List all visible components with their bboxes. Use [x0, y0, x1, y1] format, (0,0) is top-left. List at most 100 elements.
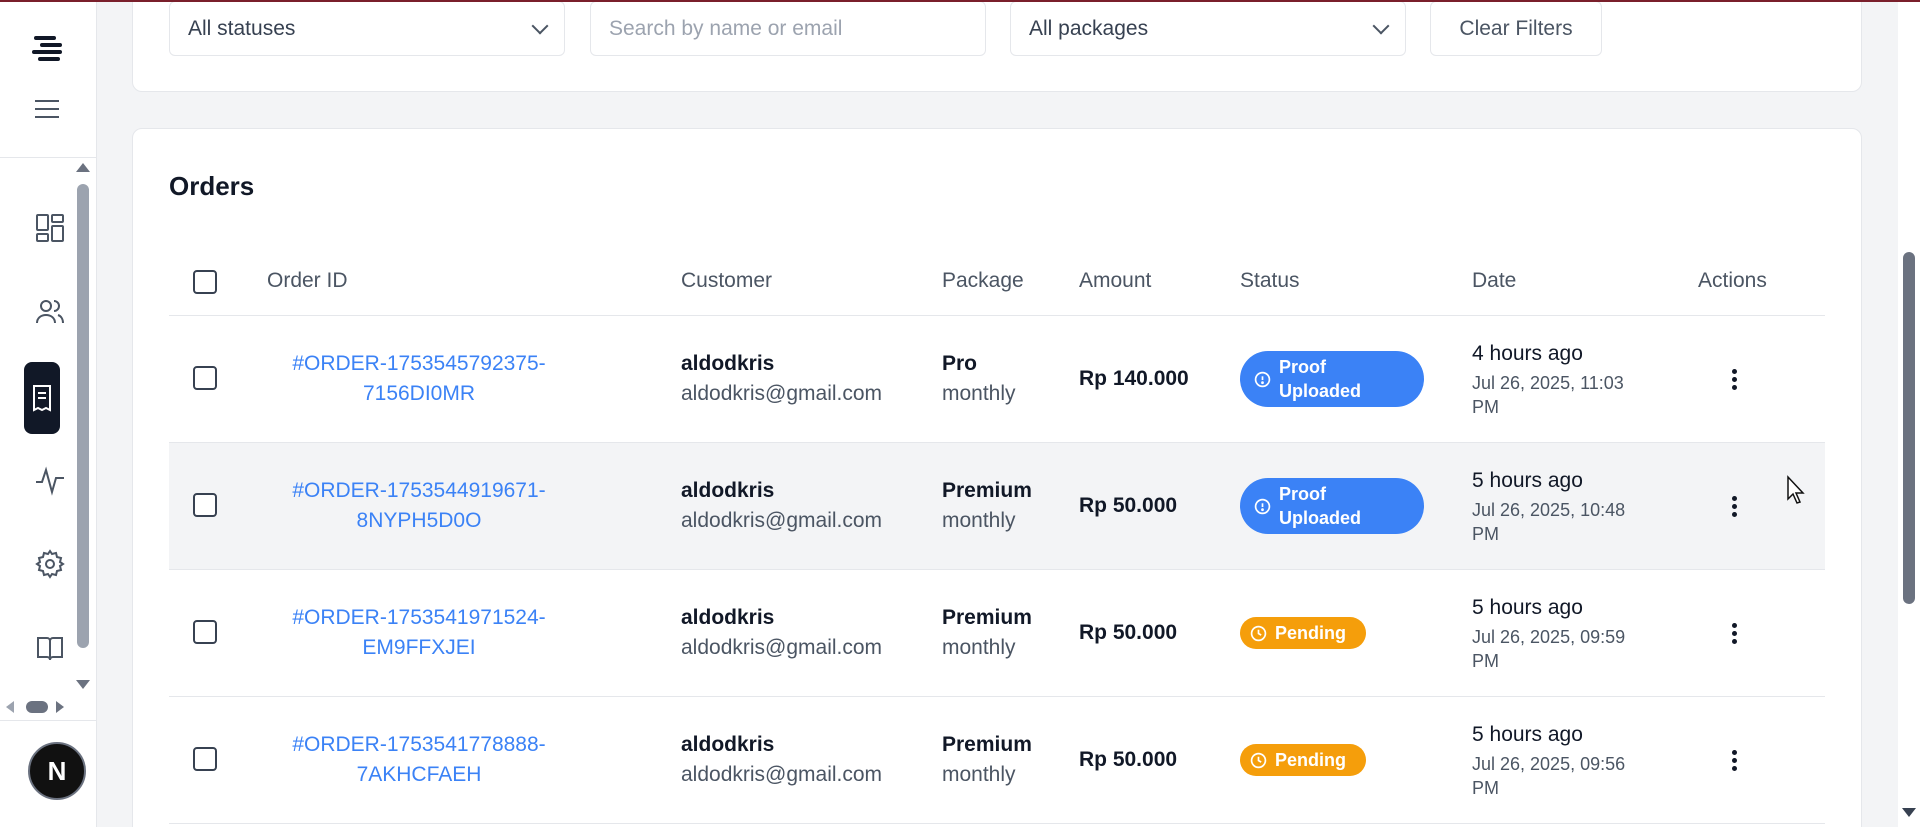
orders-card: Orders Order ID Customer Package Amount …	[132, 128, 1862, 827]
status-filter-value: All statuses	[188, 16, 296, 40]
date-relative: 5 hours ago	[1472, 723, 1583, 746]
table-row[interactable]: #ORDER-1753545792375- 7156DI0MR aldodkri…	[169, 316, 1825, 443]
customer-email: aldodkris@gmail.com	[681, 509, 883, 532]
date-relative: 4 hours ago	[1472, 342, 1583, 365]
dashboard-icon	[36, 214, 64, 242]
order-id-link[interactable]: #ORDER-1753545792375- 7156DI0MR	[269, 349, 569, 409]
clock-icon	[1250, 625, 1267, 641]
table-header: Order ID Customer Package Amount Status …	[169, 245, 1825, 316]
status-label-line2: Uploaded	[1279, 508, 1362, 528]
more-actions-icon[interactable]	[1719, 618, 1749, 648]
date-line1: Jul 26, 2025, 11:03	[1472, 373, 1624, 393]
order-amount: Rp 50.000	[1079, 494, 1178, 517]
date-line1: Jul 26, 2025, 09:59	[1472, 627, 1626, 647]
row-checkbox[interactable]	[193, 620, 217, 644]
order-amount: Rp 50.000	[1079, 621, 1178, 644]
scroll-left-icon[interactable]	[6, 701, 14, 713]
chevron-down-icon	[1372, 17, 1390, 34]
column-order-id: Order ID	[267, 269, 348, 292]
sidebar-scroll-up-icon[interactable]	[76, 163, 90, 172]
clear-filters-label: Clear Filters	[1459, 16, 1573, 40]
page-scroll-thumb[interactable]	[1903, 252, 1915, 604]
date-line2: PM	[1472, 778, 1499, 798]
package-cycle: monthly	[942, 763, 1016, 786]
more-actions-icon[interactable]	[1719, 745, 1749, 775]
table-row[interactable]: #ORDER-1753541778888- 7AKHCFAEH aldodkri…	[169, 697, 1825, 824]
sidebar-scroll-down-icon[interactable]	[76, 680, 90, 689]
sidebar-item-docs[interactable]	[24, 616, 76, 680]
status-badge: Pending	[1240, 617, 1366, 649]
clear-filters-button[interactable]: Clear Filters	[1430, 1, 1602, 56]
package-filter-value: All packages	[1029, 16, 1149, 40]
more-actions-icon[interactable]	[1719, 364, 1749, 394]
date-absolute: Jul 26, 2025, 10:48 PM	[1472, 498, 1632, 546]
column-package: Package	[942, 269, 1024, 292]
sidebar-item-settings[interactable]	[24, 532, 76, 596]
avatar[interactable]: N	[28, 742, 86, 800]
order-id-line1: #ORDER-1753541778888-	[292, 733, 546, 756]
order-id-line2: 7156DI0MR	[362, 382, 476, 405]
sidebar-item-orders[interactable]	[24, 362, 60, 434]
orders-receipt-icon	[33, 385, 51, 412]
info-circle-icon	[1254, 371, 1271, 387]
date-absolute: Jul 26, 2025, 09:56 PM	[1472, 752, 1632, 800]
more-actions-icon[interactable]	[1719, 491, 1749, 521]
package-cycle: monthly	[942, 636, 1016, 659]
status-filter-select[interactable]: All statuses	[169, 1, 565, 56]
status-label: Pending	[1275, 749, 1346, 770]
package-name: Premium	[942, 479, 1032, 502]
customer-email: aldodkris@gmail.com	[681, 636, 883, 659]
search-input[interactable]: Search by name or email	[590, 1, 986, 56]
order-id-link[interactable]: #ORDER-1753544919671- 8NYPH5D0O	[269, 476, 569, 536]
hamburger-menu-icon[interactable]	[34, 98, 60, 120]
date-line1: Jul 26, 2025, 10:48	[1472, 500, 1626, 520]
date-line2: PM	[1472, 651, 1499, 671]
customer-name: aldodkris	[681, 733, 775, 756]
select-all-checkbox[interactable]	[193, 270, 217, 294]
sidebar-horizontal-scrollbar[interactable]	[6, 700, 66, 714]
chevron-down-icon	[531, 17, 549, 34]
sidebar-item-users[interactable]	[24, 280, 76, 344]
sidebar-item-dashboard[interactable]	[24, 196, 76, 260]
date-relative: 5 hours ago	[1472, 596, 1583, 619]
scroll-right-icon[interactable]	[56, 701, 64, 713]
sidebar: N	[0, 0, 97, 827]
column-status: Status	[1240, 269, 1300, 292]
customer-email: aldodkris@gmail.com	[681, 382, 883, 405]
package-name: Premium	[942, 733, 1032, 756]
table-row[interactable]: #ORDER-1753544919671- 8NYPH5D0O aldodkri…	[169, 443, 1825, 570]
row-checkbox[interactable]	[193, 366, 217, 390]
column-amount: Amount	[1079, 269, 1152, 292]
sidebar-scrollbar[interactable]	[77, 184, 89, 648]
customer-name: aldodkris	[681, 606, 775, 629]
status-badge: Proof Uploaded	[1240, 351, 1424, 407]
customer-name: aldodkris	[681, 479, 775, 502]
horizontal-scroll-thumb[interactable]	[26, 701, 48, 713]
order-id-line1: #ORDER-1753545792375-	[292, 352, 546, 375]
order-amount: Rp 140.000	[1079, 367, 1189, 390]
date-line1: Jul 26, 2025, 09:56	[1472, 754, 1626, 774]
status-label: Pending	[1275, 622, 1346, 643]
settings-gear-icon	[35, 549, 65, 579]
page-scrollbar[interactable]	[1898, 0, 1920, 827]
order-id-link[interactable]: #ORDER-1753541971524- EM9FFXJEI	[269, 603, 569, 663]
sidebar-divider	[0, 157, 97, 158]
order-amount: Rp 50.000	[1079, 748, 1178, 771]
customer-name: aldodkris	[681, 352, 775, 375]
clock-icon	[1250, 752, 1267, 768]
row-checkbox[interactable]	[193, 493, 217, 517]
customer-email: aldodkris@gmail.com	[681, 763, 883, 786]
order-id-link[interactable]: #ORDER-1753541778888- 7AKHCFAEH	[269, 730, 569, 790]
sidebar-bottom-divider	[0, 720, 97, 721]
package-name: Pro	[942, 352, 978, 375]
sidebar-item-activity[interactable]	[24, 448, 76, 512]
package-filter-select[interactable]: All packages	[1010, 1, 1406, 56]
package-cycle: monthly	[942, 382, 1016, 405]
scroll-down-icon[interactable]	[1902, 808, 1916, 817]
status-badge: Pending	[1240, 744, 1366, 776]
row-checkbox[interactable]	[193, 747, 217, 771]
brand-logo-icon[interactable]	[30, 34, 66, 64]
table-row[interactable]: #ORDER-1753541971524- EM9FFXJEI aldodkri…	[169, 570, 1825, 697]
date-relative: 5 hours ago	[1472, 469, 1583, 492]
status-label-line1: Proof	[1279, 484, 1326, 504]
